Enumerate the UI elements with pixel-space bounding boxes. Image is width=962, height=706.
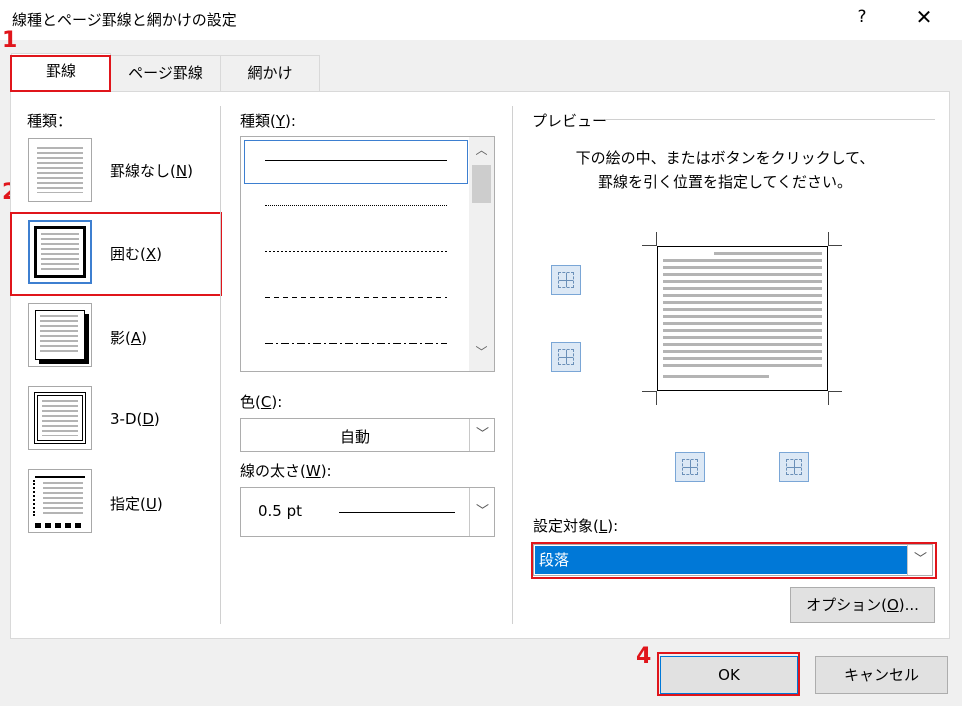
- setting-none-icon[interactable]: [28, 138, 92, 202]
- line-style-solid[interactable]: [265, 160, 447, 161]
- title-bar: 線種とページ罫線と網かけの設定 ? ✕: [0, 0, 962, 40]
- tab-shading[interactable]: 網かけ: [220, 55, 320, 91]
- width-sample-line: [339, 512, 455, 513]
- highlight-apply-to: [531, 542, 937, 579]
- highlight-ok: [657, 652, 800, 696]
- scroll-up-icon[interactable]: ︿: [469, 141, 494, 158]
- line-style-selected: [244, 140, 468, 184]
- border-left-button[interactable]: [675, 452, 705, 482]
- color-dropdown[interactable]: 自動 ﹀: [240, 418, 495, 452]
- setting-none-label[interactable]: 罫線なし(N): [110, 160, 193, 181]
- tab-page-border[interactable]: ページ罫線: [110, 55, 221, 91]
- border-right-button[interactable]: [779, 452, 809, 482]
- preview-diagram[interactable]: [630, 228, 850, 410]
- close-icon[interactable]: ✕: [912, 5, 936, 29]
- preview-group-line: [605, 119, 935, 120]
- preview-instruction: 下の絵の中、またはボタンをクリックして、 罫線を引く位置を指定してください。: [575, 149, 875, 191]
- setting-custom-icon[interactable]: [28, 469, 92, 533]
- line-style-dash[interactable]: [265, 297, 447, 298]
- line-style-fine-dash[interactable]: [265, 251, 447, 252]
- window-title: 線種とページ罫線と網かけの設定: [12, 11, 237, 29]
- divider-right: [512, 106, 513, 624]
- width-label: 線の太さ(W):: [240, 462, 332, 480]
- help-icon[interactable]: ?: [852, 7, 872, 27]
- apply-to-label: 設定対象(L):: [533, 517, 619, 535]
- options-button[interactable]: オプション(O)...: [790, 587, 935, 623]
- border-top-button[interactable]: [551, 265, 581, 295]
- preview-label: プレビュー: [532, 112, 608, 130]
- setting-custom-label[interactable]: 指定(U): [110, 493, 163, 514]
- setting-shadow-icon[interactable]: [28, 303, 92, 367]
- preview-page[interactable]: [657, 246, 828, 391]
- line-style-dotted[interactable]: [265, 205, 447, 206]
- callout-1: 1: [2, 28, 18, 53]
- width-dropdown[interactable]: 0.5 pt ﹀: [240, 487, 495, 537]
- scroll-down-icon[interactable]: ﹀: [469, 343, 494, 360]
- chevron-down-icon[interactable]: ﹀: [469, 488, 495, 536]
- setting-label: 種類：: [27, 112, 73, 130]
- line-style-list[interactable]: ︿ ﹀: [240, 136, 495, 372]
- style-label: 種類(Y):: [240, 112, 296, 130]
- callout-4: 4: [636, 644, 652, 669]
- cancel-button[interactable]: キャンセル: [815, 656, 948, 694]
- width-value: 0.5 pt: [258, 502, 303, 520]
- chevron-down-icon[interactable]: ﹀: [469, 419, 495, 451]
- divider-left: [220, 106, 221, 624]
- highlight-tab-borders: [10, 55, 111, 92]
- color-label: 色(C):: [240, 393, 283, 411]
- line-style-dash-dot[interactable]: [265, 343, 447, 344]
- scroll-thumb[interactable]: [472, 165, 491, 203]
- border-middle-button[interactable]: [551, 342, 581, 372]
- color-value: 自動: [339, 428, 370, 446]
- setting-3d-label[interactable]: 3-D(D): [110, 410, 160, 428]
- highlight-setting-box: [10, 212, 222, 296]
- setting-shadow-label[interactable]: 影(A): [110, 327, 147, 348]
- setting-3d-icon[interactable]: [28, 386, 92, 450]
- line-style-scrollbar[interactable]: ︿ ﹀: [469, 137, 494, 371]
